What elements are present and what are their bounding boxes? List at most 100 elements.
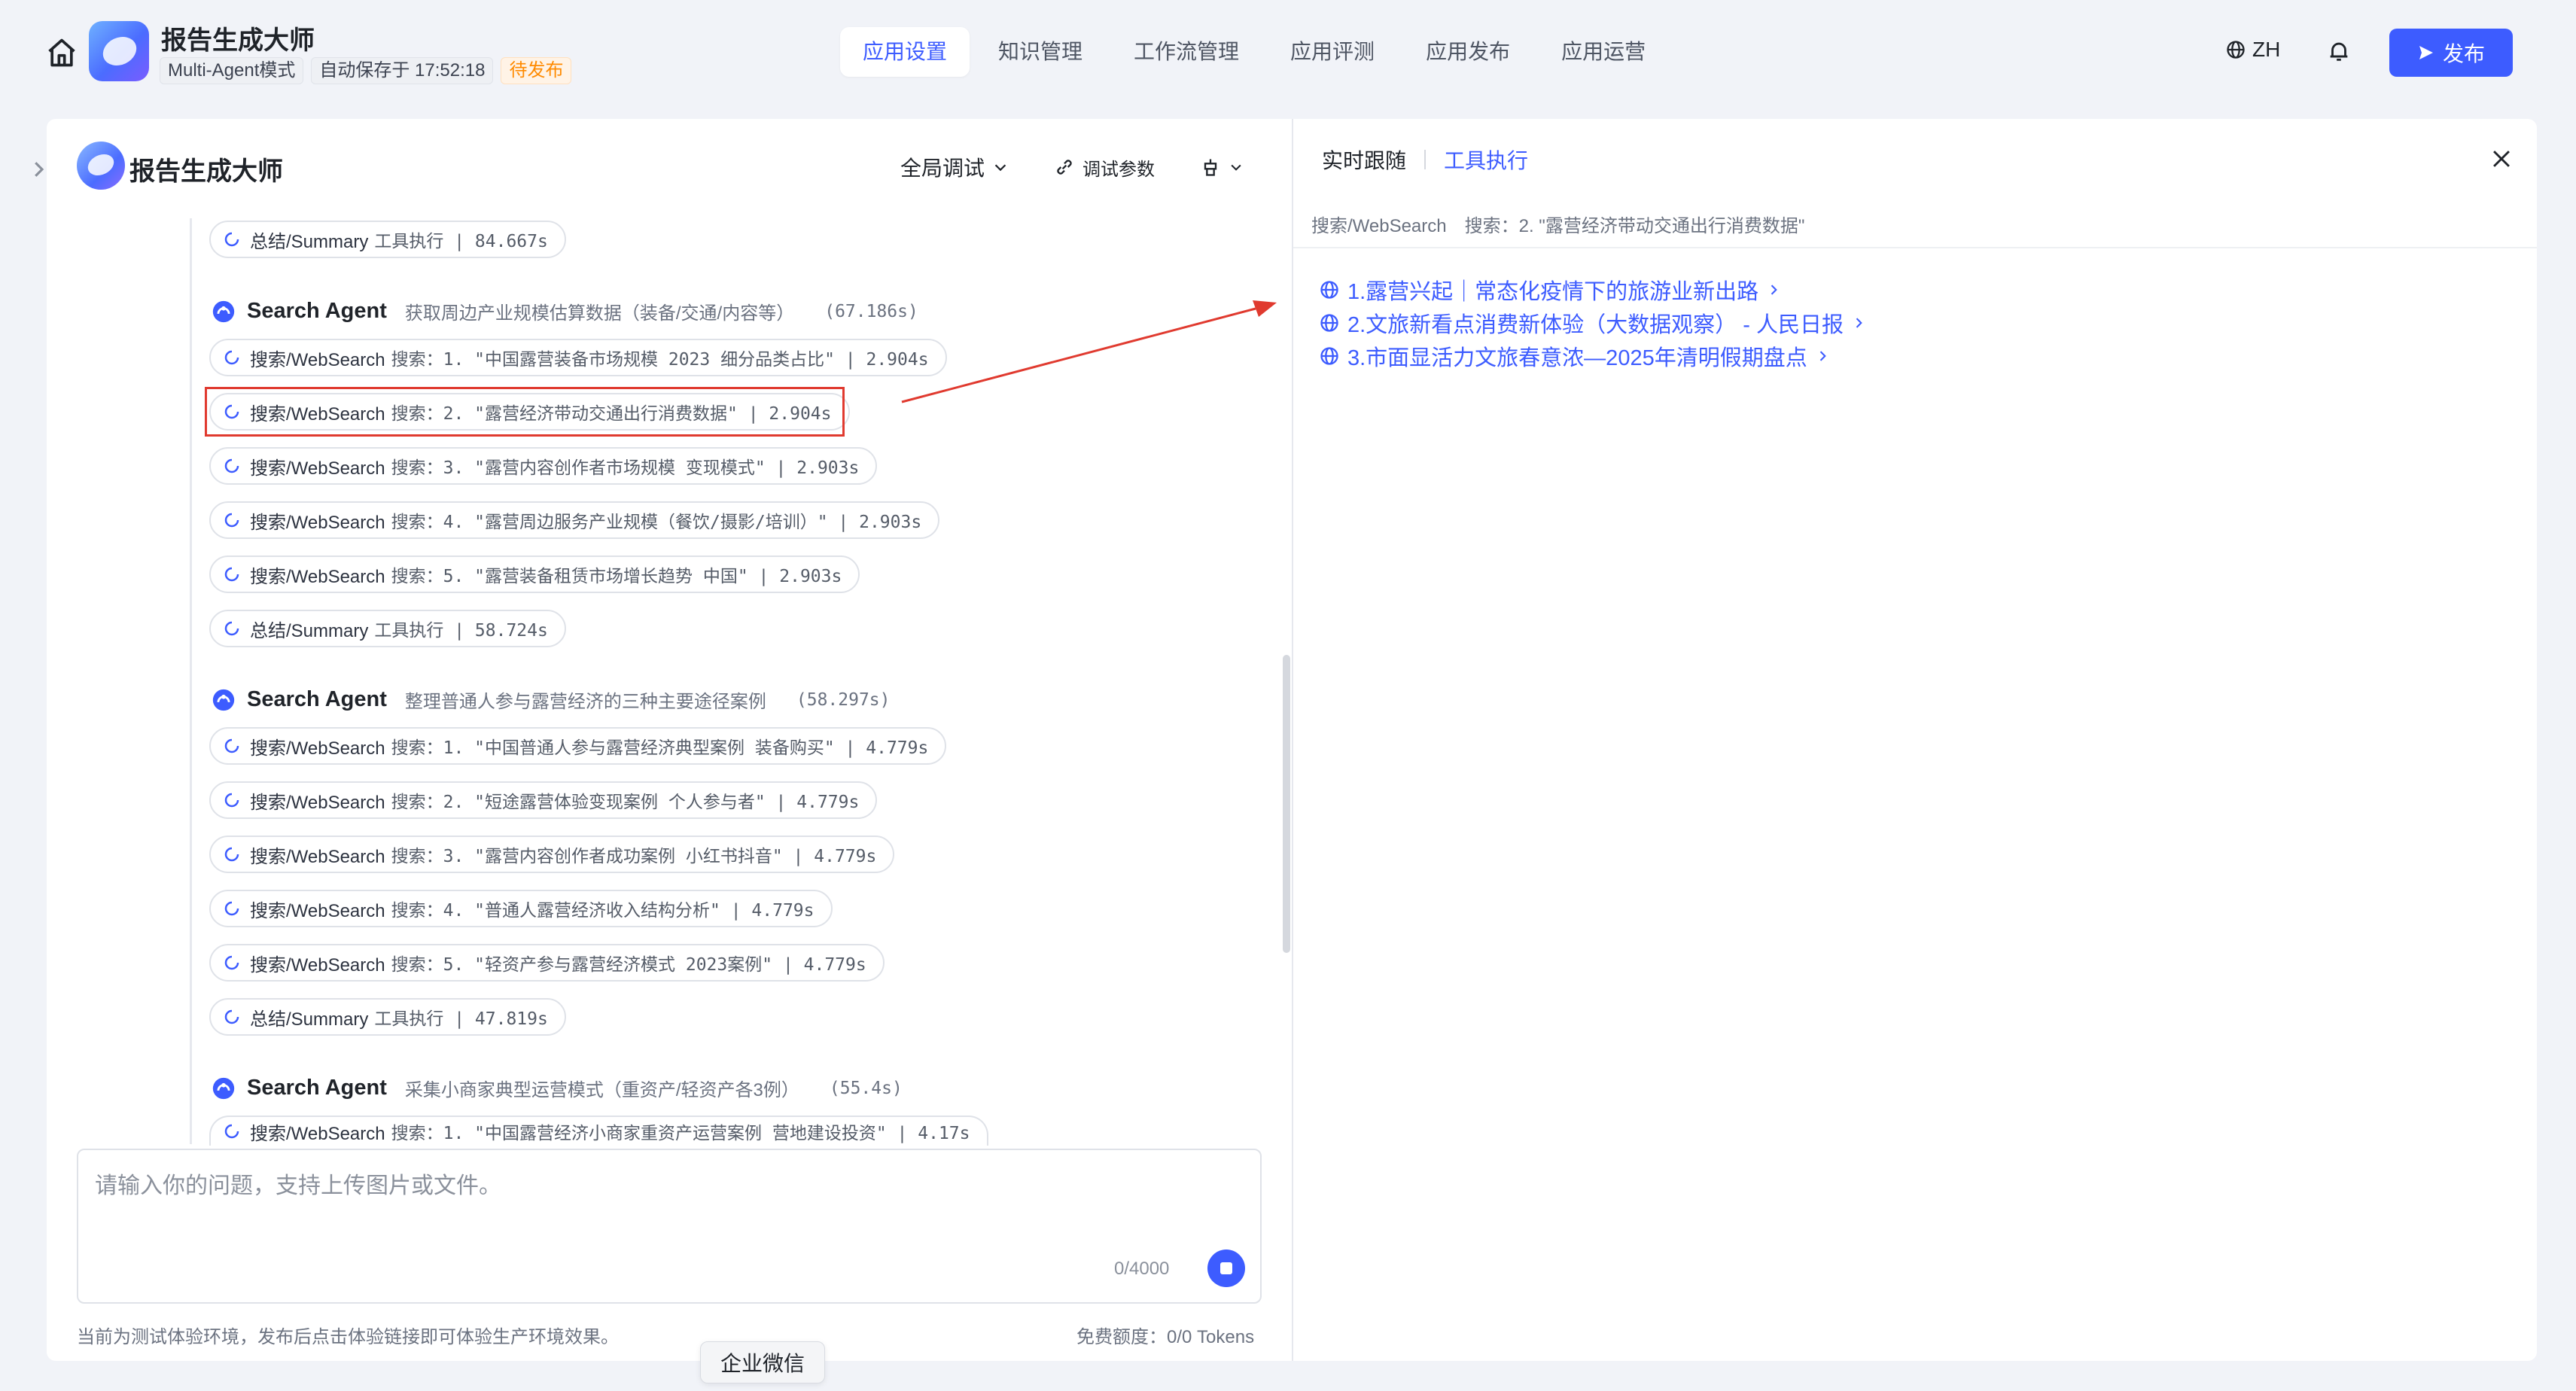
divider [1293,247,2537,248]
agent-icon [212,1077,235,1099]
result-title: 1.露营兴起｜常态化疫情下的旅游业新出路 [1347,280,1759,304]
globe-icon [1320,281,1338,299]
loading-icon [224,738,239,753]
loading-icon [224,232,239,247]
language-switch[interactable]: ZH [2225,38,2280,62]
tool-name: 搜索/WebSearch [250,349,385,370]
tool-call-pill[interactable]: 总结/Summary 工具执行 | 58.724s [209,610,566,647]
tab-divider [1424,150,1427,169]
tool-call-pill[interactable]: 搜索/WebSearch 搜索：1. "中国露营装备市场规模 2023 细分品类… [209,339,947,376]
agent-name: Search Agent [247,687,387,711]
globe-icon [1320,314,1338,332]
search-result-link[interactable]: 2.文旅新看点消费新体验（大数据观察） - 人民日报 [1319,307,1866,339]
search-result-link[interactable]: 1.露营兴起｜常态化疫情下的旅游业新出路 [1319,274,1781,306]
tool-call-pill[interactable]: 搜索/WebSearch 搜索：1. "中国露营经济小商家重资产运营案例 营地建… [209,1116,988,1146]
top-bar: 报告生成大师 Multi-Agent模式 自动保存于 17:52:18 待发布 … [0,0,2576,113]
autosave-tag: 自动保存于 17:52:18 [311,57,494,84]
mode-tag: Multi-Agent模式 [160,57,304,84]
tool-detail: 搜索：5. "轻资产参与露营经济模式 2023案例" | 4.779s [391,955,866,975]
publish-button[interactable]: 发布 [2389,29,2513,77]
globe-icon [1320,347,1338,365]
tab-app-settings[interactable]: 应用设置 [840,27,970,77]
tool-name: 搜索/WebSearch [250,458,385,479]
loading-icon [224,621,239,636]
home-icon[interactable] [45,36,78,69]
agent-header: Search Agent 整理普通人参与露营经济的三种主要途径案例 (58.29… [211,686,891,713]
tool-call-pill[interactable]: 总结/Summary 工具执行 | 84.667s [209,221,566,258]
chevron-right-icon [1856,318,1862,328]
loading-icon [224,955,239,970]
debug-mode-select[interactable]: 全局调试 [900,152,1009,182]
tab-knowledge[interactable]: 知识管理 [976,27,1105,77]
wechat-work-popup[interactable]: 企业微信 [700,1341,825,1383]
agent-avatar [77,142,125,190]
tab-workflow[interactable]: 工作流管理 [1111,27,1262,77]
tool-detail: 搜索：3. "露营内容创作者成功案例 小红书抖音" | 4.779s [391,847,877,866]
search-result-link[interactable]: 3.市面显活力文旅春意浓—2025年清明假期盘点 [1319,340,1830,372]
agent-header: Search Agent 采集小商家典型运营模式（重资产/轻资产各3例） (55… [211,1075,903,1101]
stop-button[interactable] [1207,1249,1245,1287]
tool-name: 搜索/WebSearch [250,792,385,813]
chevron-right-icon[interactable] [27,158,50,181]
tool-detail: 搜索：5. "露营装备租赁市场增长趋势 中国" | 2.903s [391,567,842,586]
main-nav: 应用设置 知识管理 工作流管理 应用评测 应用发布 应用运营 [840,27,1668,77]
debug-params-button[interactable]: 调试参数 [1054,154,1155,181]
bell-icon[interactable] [2326,38,2352,65]
agent-name: Search Agent [247,299,387,323]
tool-call-pill[interactable]: 搜索/WebSearch 搜索：5. "轻资产参与露营经济模式 2023案例" … [209,944,885,982]
tool-call-pill[interactable]: 搜索/WebSearch 搜索：4. "普通人露营经济收入结构分析" | 4.7… [209,890,833,927]
publish-label: 发布 [2442,42,2485,65]
status-badge: 待发布 [501,57,572,84]
language-label: ZH [2252,38,2281,61]
send-icon [2419,46,2433,59]
loading-icon [224,350,239,365]
tool-detail: 搜索：3. "露营内容创作者市场规模 变现模式" | 2.903s [391,458,860,478]
tool-detail: 搜索：1. "中国露营经济小商家重资产运营案例 营地建设投资" | 4.17s [391,1124,970,1143]
agent-header: Search Agent 获取周边产业规模估算数据（装备/交通/内容等） (67… [211,298,918,324]
app-name: 报告生成大师 [161,26,315,55]
tool-call-pill[interactable]: 搜索/WebSearch 搜索：1. "中国普通人参与露营经济典型案例 装备购买… [209,727,947,765]
tab-publish[interactable]: 应用发布 [1403,27,1533,77]
tool-call-pill[interactable]: 搜索/WebSearch 搜索：2. "短途露营体验变现案例 个人参与者" | … [209,781,878,819]
model-icon [1204,159,1217,176]
agent-duration: (55.4s) [829,1078,903,1098]
loading-icon [224,901,239,916]
agent-duration: (67.186s) [824,301,918,321]
highlight-box [205,387,845,437]
tool-name: 搜索/WebSearch [250,738,385,759]
tab-evaluation[interactable]: 应用评测 [1268,27,1397,77]
agent-icon [212,689,235,711]
loading-icon [224,847,239,862]
tool-call-pill[interactable]: 总结/Summary 工具执行 | 47.819s [209,998,566,1036]
right-panel-tabs: 实时跟随 工具执行 [1322,145,1528,175]
chat-input[interactable] [95,1167,1224,1249]
tab-tool-execution[interactable]: 工具执行 [1444,145,1528,175]
tool-call-pill[interactable]: 搜索/WebSearch 搜索：3. "露营内容创作者市场规模 变现模式" | … [209,447,878,485]
tool-call-pill[interactable]: 搜索/WebSearch 搜索：5. "露营装备租赁市场增长趋势 中国" | 2… [209,555,860,593]
agent-task: 整理普通人参与露营经济的三种主要途径案例 [404,692,766,712]
tool-detail: 搜索：4. "露营周边服务产业规模（餐饮/摄影/培训）" | 2.903s [391,513,922,532]
tool-call-pill[interactable]: 搜索/WebSearch 搜索：3. "露营内容创作者成功案例 小红书抖音" |… [209,836,895,873]
scrollbar[interactable] [1283,655,1290,953]
more-options-dropdown[interactable] [1200,157,1244,178]
result-title: 2.文旅新看点消费新体验（大数据观察） - 人民日报 [1347,313,1844,337]
tool-detail: 工具执行 | 47.819s [374,1009,548,1029]
stop-icon [1220,1262,1232,1274]
tool-detail: 工具执行 | 84.667s [374,232,548,251]
agent-task: 采集小商家典型运营模式（重资产/轻资产各3例） [404,1080,799,1100]
tool-name: 搜索/WebSearch [250,566,385,587]
tab-realtime[interactable]: 实时跟随 [1322,145,1406,175]
app-meta: Multi-Agent模式 自动保存于 17:52:18 待发布 [160,57,572,84]
debug-controls: 全局调试 调试参数 [900,152,1244,182]
tab-operation[interactable]: 应用运营 [1539,27,1668,77]
result-title: 3.市面显活力文旅春意浓—2025年清明假期盘点 [1347,346,1807,370]
app-logo [89,21,149,81]
tool-call-pill[interactable]: 搜索/WebSearch 搜索：4. "露营周边服务产业规模（餐饮/摄影/培训）… [209,501,940,539]
close-icon[interactable] [2489,146,2514,172]
tool-detail: 工具执行 | 58.724s [374,621,548,641]
loading-icon [224,458,239,473]
agent-duration: (58.297s) [796,689,891,710]
tool-name: 总结/Summary [250,1009,369,1030]
debug-params-label: 调试参数 [1082,159,1156,180]
tool-call-summary: 搜索/WebSearch 搜索：2. "露营经济带动交通出行消费数据" [1311,211,1804,237]
